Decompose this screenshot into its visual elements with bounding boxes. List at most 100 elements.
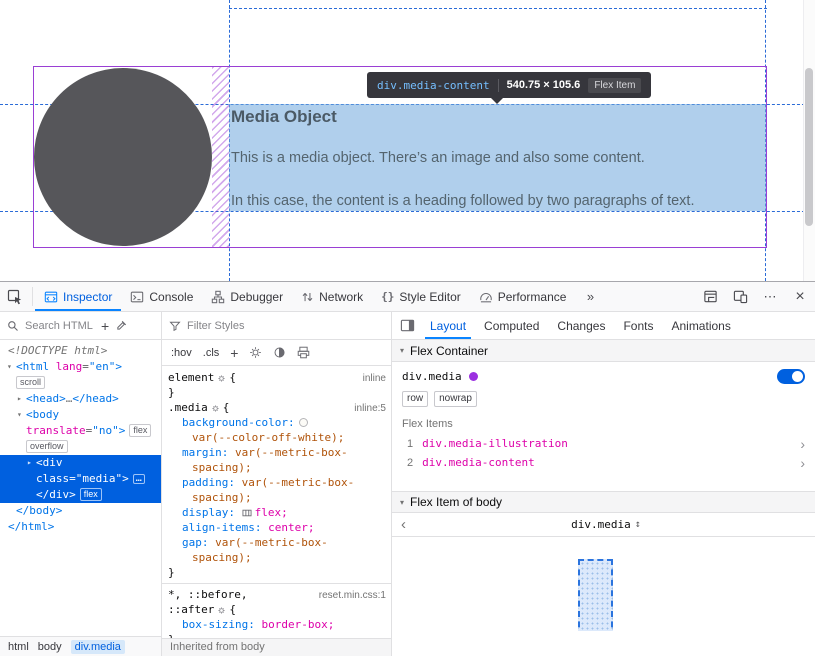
selector-highlighter-icon[interactable]	[217, 374, 226, 383]
twisty-closed-icon[interactable]: ▸	[27, 455, 36, 471]
prop-background-value[interactable]: var(--color-off-white);	[162, 430, 391, 445]
tab-layout[interactable]: Layout	[421, 312, 475, 339]
body-close-line[interactable]: </body>	[0, 503, 161, 519]
head-line[interactable]: ▸<head>…</head>	[0, 391, 161, 407]
tab-computed[interactable]: Computed	[475, 312, 548, 339]
flex-direction-badge: row	[402, 391, 428, 407]
tab-animations[interactable]: Animations	[662, 312, 739, 339]
markup-panel: + <!DOCTYPE html> ▾<html lang="en"> scro…	[0, 312, 162, 656]
close-devtools-button[interactable]: ×	[785, 282, 815, 311]
flex-item-selector[interactable]: div.media-illustration	[422, 437, 568, 450]
color-swatch[interactable]	[299, 418, 308, 427]
overflow-badge[interactable]: overflow	[26, 440, 68, 453]
breadcrumb: html body div.media	[0, 636, 162, 656]
reset-rule-selector-2[interactable]: ::after{	[162, 602, 391, 617]
prop-background-color[interactable]: background-color:	[162, 415, 391, 430]
tab-performance[interactable]: Performance	[470, 282, 576, 311]
more-options-button[interactable]: ⋯	[755, 282, 785, 311]
toolbar-spacer	[605, 282, 695, 311]
flex-badge-selected[interactable]: flex	[80, 488, 102, 501]
tab-changes[interactable]: Changes	[548, 312, 614, 339]
tab-label: Network	[319, 290, 363, 304]
breadcrumb-item-divmedia[interactable]: div.media	[71, 640, 125, 654]
pick-element-button[interactable]	[0, 282, 30, 311]
overflow-tabs-button[interactable]: »	[575, 282, 605, 311]
twisty-open-icon[interactable]: ▾	[7, 359, 16, 375]
flex-item-select[interactable]: div.media ↕	[571, 518, 641, 531]
flex-container-selector[interactable]: div.media	[402, 370, 462, 383]
flex-items-label: Flex Items	[392, 409, 815, 434]
flex-gap-hatch	[212, 67, 229, 247]
tab-console[interactable]: Console	[121, 282, 202, 311]
chevron-right-icon[interactable]: ›	[800, 457, 805, 469]
toggle-pseudo-classes-button[interactable]: :hov	[171, 347, 192, 359]
flex-highlighter-toggle-icon[interactable]	[242, 508, 252, 518]
flex-container-header[interactable]: ▾ Flex Container	[392, 340, 815, 362]
reset-rule-selector-1[interactable]: *, ::before,reset.min.css:1	[162, 587, 391, 602]
prop-box-sizing[interactable]: box-sizing: border-box;	[162, 617, 391, 632]
rule-source-link[interactable]: inline:5	[354, 401, 386, 416]
highlighter-color-dot	[469, 372, 478, 381]
prop-gap[interactable]: gap: var(--metric-box-	[162, 535, 391, 550]
element-rule-selector[interactable]: element{inline	[162, 370, 391, 385]
toggle-classes-button[interactable]: .cls	[203, 347, 220, 359]
tab-debugger[interactable]: Debugger	[202, 282, 292, 311]
prop-display[interactable]: display: flex;	[162, 505, 391, 520]
selector-highlighter-icon[interactable]	[211, 404, 220, 413]
body-open-line[interactable]: ▾<body	[0, 407, 161, 423]
eyedropper-icon[interactable]	[115, 319, 128, 332]
responsive-design-button[interactable]	[725, 282, 755, 311]
light-scheme-icon[interactable]	[249, 346, 262, 359]
flex-item-row-1[interactable]: 1 div.media-illustration ›	[392, 434, 815, 453]
rule-source-link[interactable]: inline	[363, 371, 386, 386]
page-scrollbar-thumb[interactable]	[805, 68, 813, 226]
div-attr-line[interactable]: class="media">…	[0, 471, 161, 487]
breadcrumb-item-html[interactable]: html	[8, 641, 29, 653]
flex-highlighter-toggle[interactable]	[777, 369, 805, 384]
prop-margin[interactable]: margin: var(--metric-box-	[162, 445, 391, 460]
prop-padding[interactable]: padding: var(--metric-box-	[162, 475, 391, 490]
collapsed-children-marker[interactable]: …	[133, 474, 145, 484]
add-rule-button[interactable]: +	[230, 346, 238, 360]
div-open-line[interactable]: ▸<div	[0, 455, 161, 471]
dark-scheme-icon[interactable]	[273, 346, 286, 359]
print-simulation-icon[interactable]	[297, 346, 310, 359]
html-tree: <!DOCTYPE html> ▾<html lang="en"> scroll…	[0, 340, 161, 636]
selector-highlighter-icon[interactable]	[217, 606, 226, 615]
prop-padding-cont[interactable]: spacing);	[162, 490, 391, 505]
sidebar-pane-toggle-icon[interactable]	[394, 312, 421, 339]
tab-network[interactable]: Network	[292, 282, 372, 311]
flex-item-of-body-header[interactable]: ▾ Flex Item of body	[392, 491, 815, 513]
iframe-picker-button[interactable]	[695, 282, 725, 311]
devtools-toolbox: Inspector Console Debugger	[0, 281, 815, 656]
add-node-button[interactable]: +	[101, 319, 109, 333]
breadcrumb-item-body[interactable]: body	[38, 641, 62, 653]
chevron-right-icon[interactable]: ›	[800, 438, 805, 450]
body-attr-line[interactable]: translate="no">flex	[0, 423, 161, 439]
tab-inspector[interactable]: Inspector	[35, 282, 121, 311]
twisty-closed-icon[interactable]: ▸	[17, 391, 26, 407]
flex-item-row-2[interactable]: 2 div.media-content ›	[392, 453, 815, 472]
chevron-left-icon[interactable]: ‹	[401, 516, 406, 533]
inherited-from-body-header: Inherited from body	[162, 638, 391, 656]
filter-styles-input[interactable]	[187, 320, 257, 332]
tab-style-editor[interactable]: {} Style Editor	[372, 282, 470, 311]
html-open-line[interactable]: ▾<html lang="en">	[0, 359, 161, 375]
section-caret-icon: ▾	[400, 346, 404, 355]
prop-margin-cont[interactable]: spacing);	[162, 460, 391, 475]
div-close-line[interactable]: </div>flex	[0, 487, 161, 503]
doctype-line[interactable]: <!DOCTYPE html>	[0, 343, 161, 359]
tab-fonts[interactable]: Fonts	[614, 312, 662, 339]
prop-align-items[interactable]: align-items: center;	[162, 520, 391, 535]
flex-badge[interactable]: flex	[129, 424, 151, 437]
scroll-badge[interactable]: scroll	[16, 376, 45, 389]
twisty-open-icon[interactable]: ▾	[17, 407, 26, 423]
flex-item-selector[interactable]: div.media-content	[422, 456, 535, 469]
media-rule-selector[interactable]: .media{inline:5	[162, 400, 391, 415]
search-html-input[interactable]	[25, 320, 95, 332]
html-close-line[interactable]: </html>	[0, 519, 161, 535]
rule-source-link[interactable]: reset.min.css:1	[319, 588, 386, 603]
prop-gap-cont[interactable]: spacing);	[162, 550, 391, 565]
selected-node-block[interactable]: ▸<div class="media">… </div>flex	[0, 455, 161, 503]
page-scrollbar[interactable]	[803, 0, 815, 281]
